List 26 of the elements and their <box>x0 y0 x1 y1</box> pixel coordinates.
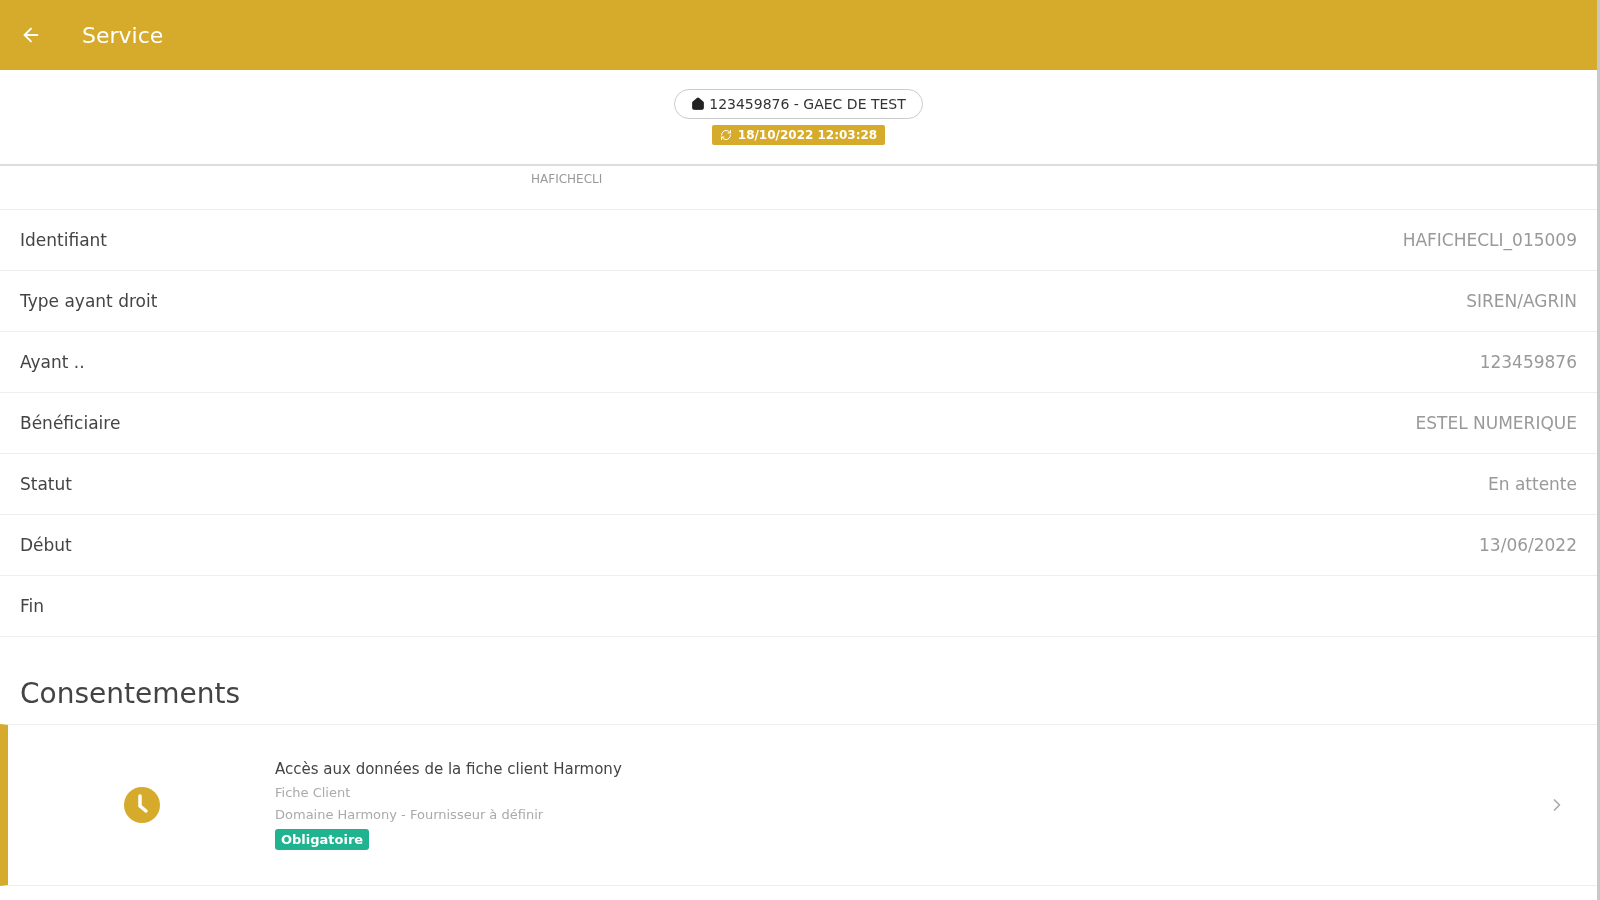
account-label: 123459876 - GAEC DE TEST <box>709 96 906 112</box>
field-value: ESTEL NUMERIQUE <box>1415 413 1577 433</box>
field-value: En attente <box>1487 474 1577 494</box>
clock-icon <box>122 786 161 824</box>
section-title: Consentements <box>20 677 241 710</box>
field-value: SIREN/AGRIN <box>1466 291 1577 311</box>
field-label: Ayant .. <box>20 352 85 372</box>
consent-title: Accès aux données de la fiche client Harmony <box>275 760 622 778</box>
field-label: Identifiant <box>20 230 107 250</box>
field-label: Statut <box>20 474 72 494</box>
sync-time: 18/10/2022 12:03:28 <box>737 128 878 142</box>
field-label: Début <box>20 535 72 555</box>
required-tag: Obligatoire <box>275 829 370 850</box>
page-title: Service <box>82 22 164 48</box>
consent-subtitle: Fiche Client <box>275 785 351 800</box>
row-caption: HAFICHECLI <box>531 172 603 186</box>
consent-detail: Domaine Harmony - Fournisseur à définir <box>275 807 544 822</box>
consent-card[interactable]: Accès aux données de la fiche client Harmony Fiche Client Domaine Harmony - Fournisseur à définir Obligatoire <box>0 724 1597 886</box>
field-label: Bénéficiaire <box>20 413 121 433</box>
field-value: HAFICHECLI_015009 <box>1402 230 1577 250</box>
field-value: 123459876 <box>1479 352 1577 372</box>
field-value: 13/06/2022 <box>1479 535 1577 555</box>
field-label: Type ayant droit <box>20 291 158 311</box>
refresh-icon <box>719 129 732 141</box>
home-icon <box>691 97 706 111</box>
field-label: Fin <box>20 596 45 616</box>
